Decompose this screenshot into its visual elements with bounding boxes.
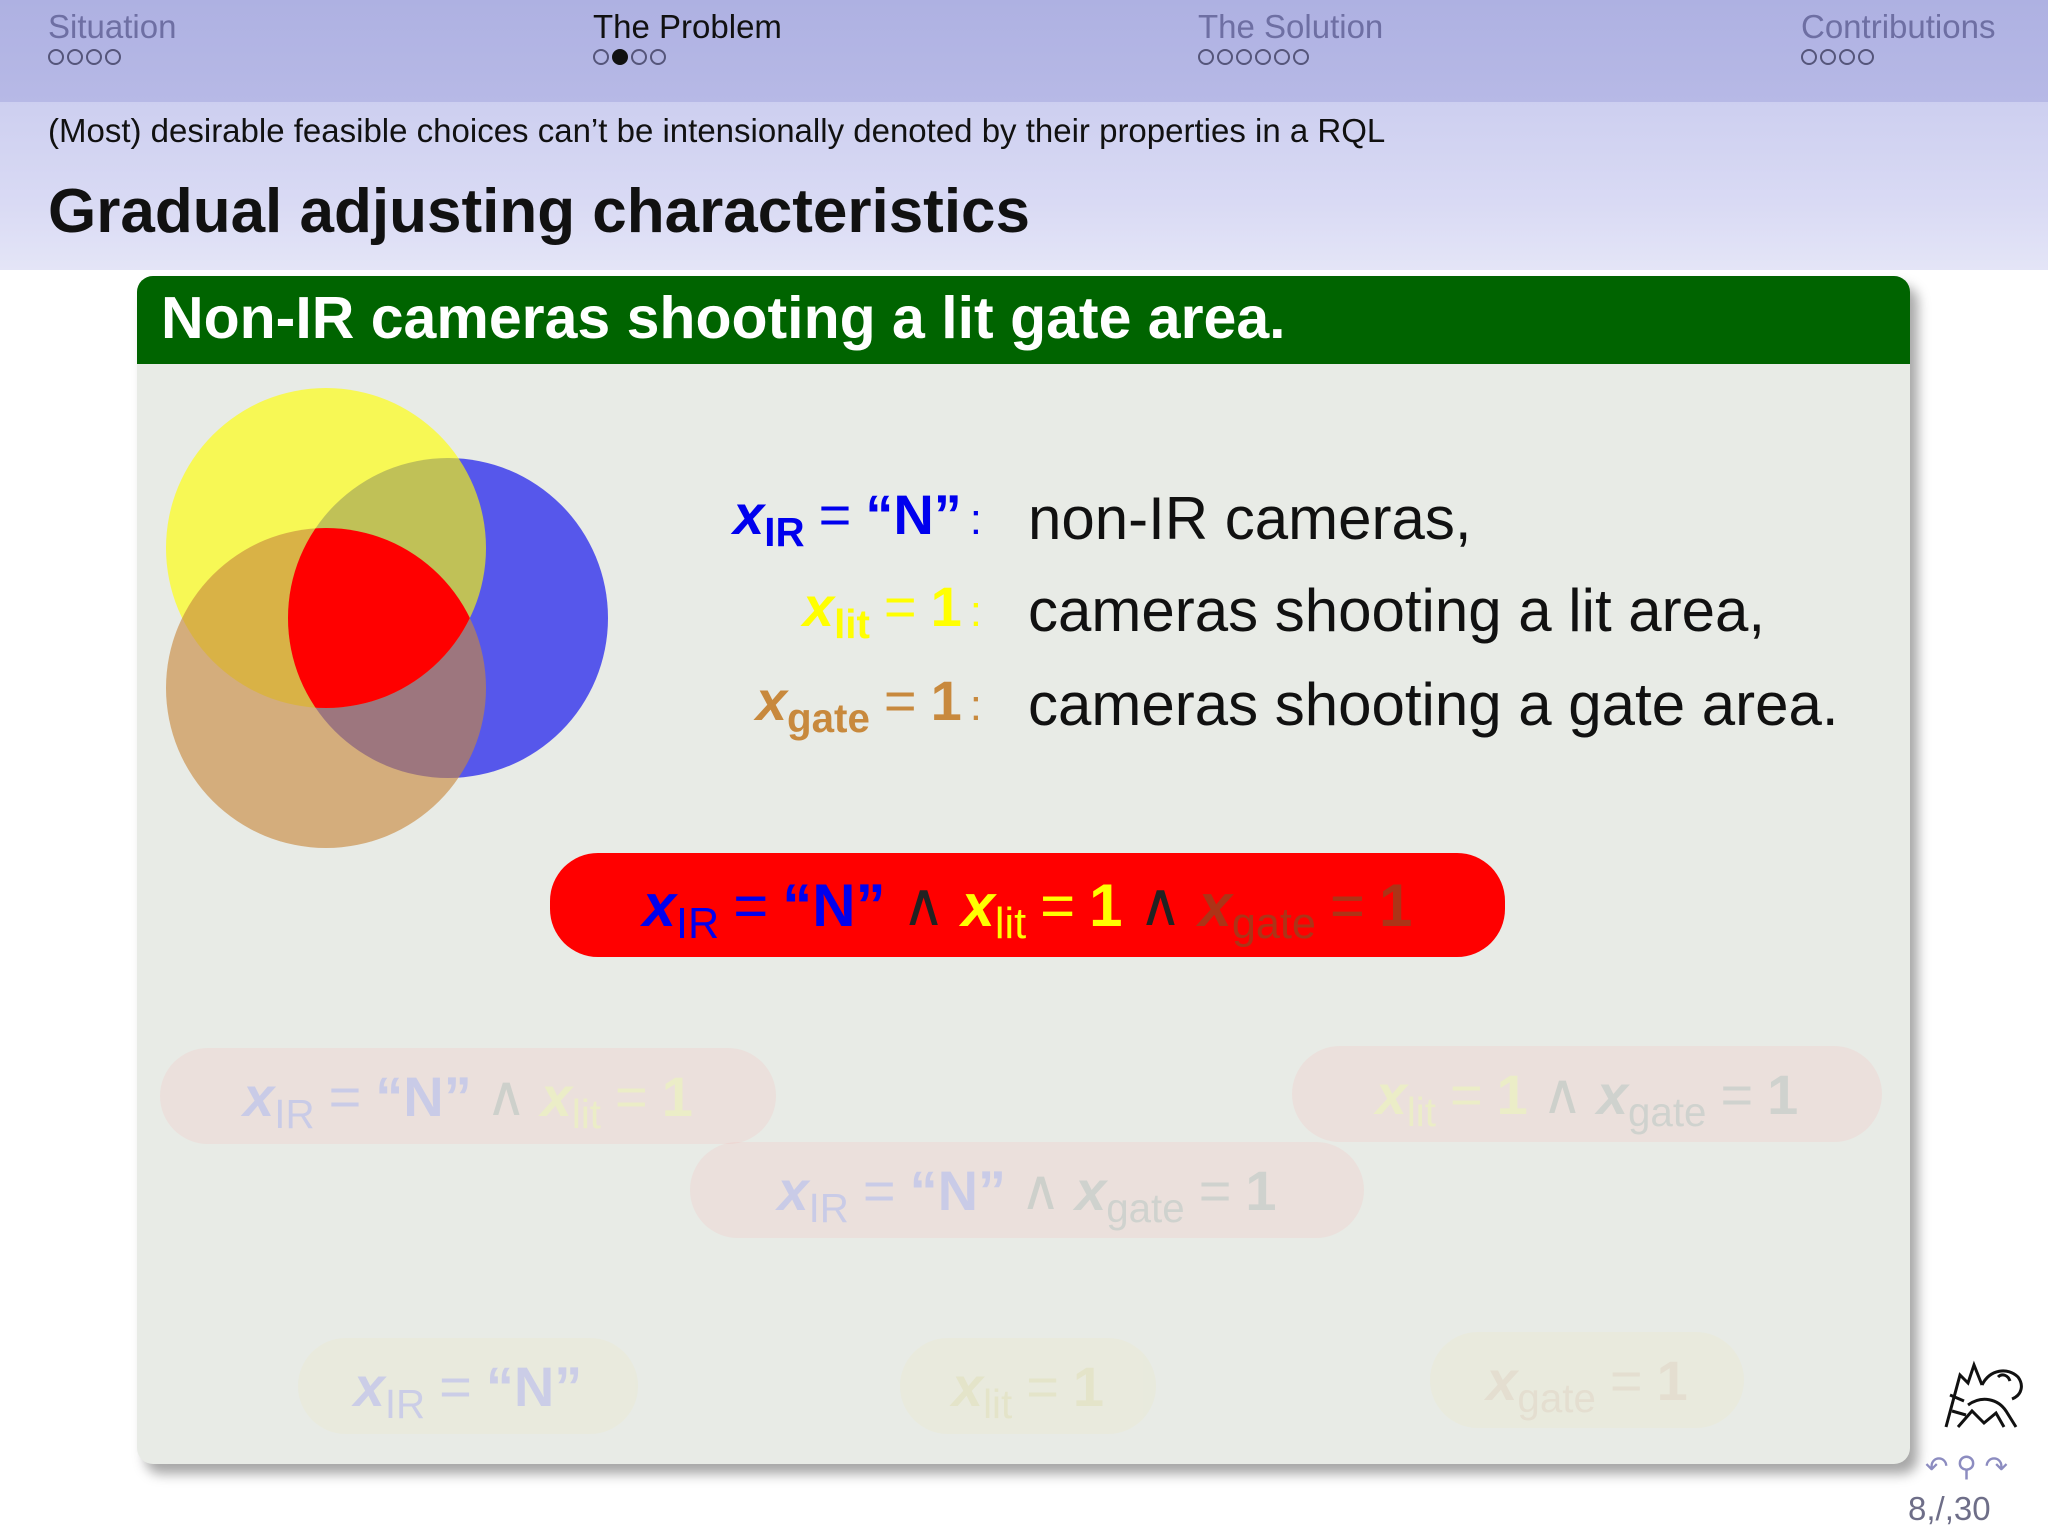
university-lion-logo [1944,1360,2023,1428]
atom-gate-pill: xgate = 1 [1430,1332,1744,1428]
block-title: Non-IR cameras shooting a lit gate area. [161,285,1286,351]
block-header: Non-IR cameras shooting a lit gate area. [137,276,1910,364]
legend-description: non-IR cameras, [1028,485,1472,552]
nav-section-the-problem[interactable]: The Problem [593,8,782,65]
nav-section-title[interactable]: The Problem [593,8,782,46]
variable-subscript: lit [834,601,870,648]
equals-sign: = [883,669,917,732]
legend-row-ir: xIR = “N”: [0,482,982,562]
nav-dot[interactable] [1274,49,1290,65]
conjunction-ir-lit-pill: xIR = “N” ∧ xlit = 1 [160,1048,776,1144]
value: 1 [930,575,962,638]
nav-dot[interactable] [1801,49,1817,65]
value: 1 [930,669,962,732]
nav-dot[interactable] [67,49,83,65]
nav-section-contributions[interactable]: Contributions [1801,8,1995,65]
nav-section-title[interactable]: The Solution [1198,8,1383,46]
nav-dot[interactable] [1255,49,1271,65]
equals-sign: = [883,575,917,638]
nav-dot[interactable] [1236,49,1252,65]
legend-description: cameras shooting a lit area, [1028,577,1766,644]
colon: : [969,495,982,544]
nav-section-situation[interactable]: Situation [48,8,176,65]
nav-dot[interactable] [105,49,121,65]
nav-section-the-solution[interactable]: The Solution [1198,8,1383,65]
atom-lit-pill: xlit = 1 [900,1338,1156,1434]
nav-dot-current[interactable] [612,49,628,65]
nav-dot[interactable] [1858,49,1874,65]
conjunction-ir-gate-pill: xIR = “N” ∧ xgate = 1 [690,1142,1364,1238]
frame-title: Gradual adjusting characteristics [48,177,1031,246]
nav-section-title[interactable]: Contributions [1801,8,1995,46]
legend-description: cameras shooting a gate area. [1028,671,1839,738]
nav-dot[interactable] [48,49,64,65]
legend-row-gate: xgate = 1: [0,668,982,748]
nav-dot[interactable] [631,49,647,65]
nav-dot[interactable] [1217,49,1233,65]
variable-symbol: x [755,669,788,732]
nav-dot[interactable] [593,49,609,65]
section-navigation-bar: Situation The Problem The Solution Contr… [0,0,2048,102]
atom-ir-pill: xIR = “N” [298,1338,638,1434]
nav-section-dots [1801,49,1995,65]
page-number: 8,/,30 [1908,1490,1991,1527]
conjunction-lit-gate-pill: xlit = 1 ∧ xgate = 1 [1292,1046,1882,1142]
value: “N” [865,483,962,546]
nav-dot[interactable] [1839,49,1855,65]
nav-dot[interactable] [1293,49,1309,65]
full-conjunction-pill: xIR = “N” ∧ xlit = 1 ∧ xgate = 1 [550,853,1505,957]
nav-section-dots [1198,49,1383,65]
colon: : [969,587,982,636]
nav-section-dots [593,49,782,65]
legend-row-lit: xlit = 1: [0,574,982,654]
colon: : [969,681,982,730]
variable-symbol: x [733,483,765,546]
nav-dot[interactable] [650,49,666,65]
nav-dot[interactable] [1820,49,1836,65]
nav-dot[interactable] [86,49,102,65]
equals-sign: = [818,483,852,546]
slide-navigation-symbols[interactable]: ↶ ⚲ ↷ [1925,1450,2008,1483]
nav-dot[interactable] [1198,49,1214,65]
legend-expression: xlit = 1: [802,574,982,647]
variable-subscript: gate [787,695,870,742]
variable-subscript: IR [764,509,805,556]
variable-symbol: x [802,575,835,638]
subsection-title: (Most) desirable feasible choices can’t … [48,112,1386,149]
nav-section-title[interactable]: Situation [48,8,176,46]
legend-expression: xIR = “N”: [733,482,982,555]
nav-section-dots [48,49,176,65]
legend-expression: xgate = 1: [755,668,982,741]
